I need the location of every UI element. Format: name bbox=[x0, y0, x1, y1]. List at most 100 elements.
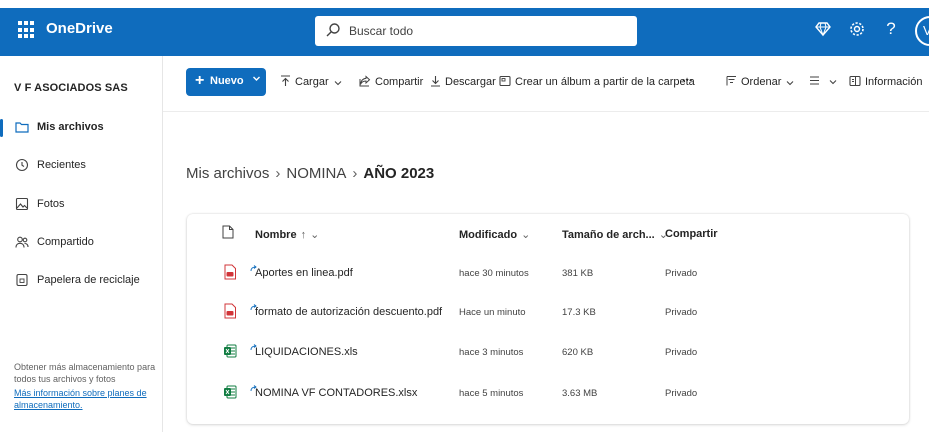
chevron-down-icon: ⌄ bbox=[310, 229, 320, 241]
file-list: Nombre ↑ ⌄ Modificado ⌄ Tamaño de arch... ⌄ … bbox=[187, 214, 909, 424]
table-row[interactable]: NOMINA VF CONTADORES.xlsx hace 5 minutos… bbox=[187, 374, 909, 411]
clock-icon bbox=[15, 158, 29, 172]
download-button[interactable]: Descargar bbox=[430, 75, 496, 88]
file-modified: hace 5 minutos bbox=[459, 388, 524, 399]
column-size-label: Tamaño de arch... bbox=[562, 229, 655, 241]
file-name-link[interactable]: NOMINA VF CONTADORES.xlsx bbox=[255, 387, 417, 399]
file-size: 3.63 MB bbox=[562, 388, 598, 399]
sidebar-item-recycle-bin[interactable]: Papelera de reciclaje bbox=[0, 264, 162, 298]
storage-text: Obtener más almacenamiento para todos tu… bbox=[14, 362, 156, 384]
sidebar-item-label: Compartido bbox=[37, 236, 94, 248]
file-size: 381 KB bbox=[562, 268, 594, 279]
table-row[interactable]: formato de autorización descuento.pdf Ha… bbox=[187, 293, 909, 330]
upload-label: Cargar bbox=[295, 76, 329, 88]
album-icon bbox=[499, 75, 511, 87]
file-type-icon[interactable] bbox=[222, 225, 234, 244]
share-button[interactable]: Compartir bbox=[359, 75, 423, 88]
column-header-sharing[interactable]: Compartir bbox=[665, 228, 718, 240]
sidebar-item-label: Papelera de reciclaje bbox=[37, 274, 140, 286]
breadcrumb-separator: › bbox=[352, 165, 358, 182]
new-button-label: Nuevo bbox=[210, 75, 244, 87]
column-modified-label: Modificado bbox=[459, 229, 518, 241]
column-header-name[interactable]: Nombre ↑ ⌄ bbox=[255, 228, 319, 241]
search-placeholder: Buscar todo bbox=[349, 24, 414, 38]
sidebar-item-photos[interactable]: Fotos bbox=[0, 188, 162, 222]
organization-name: V F ASOCIADOS SAS bbox=[14, 82, 128, 94]
chevron-down-icon bbox=[786, 81, 794, 86]
chevron-down-icon bbox=[252, 74, 261, 86]
upload-icon bbox=[281, 75, 290, 86]
top-bar: OneDrive Buscar todo ? V bbox=[0, 0, 929, 56]
create-album-button[interactable]: Crear un álbum a partir de la carpeta bbox=[499, 75, 695, 88]
excel-file-icon bbox=[223, 384, 237, 400]
excel-file-icon bbox=[223, 343, 237, 359]
file-modified: hace 3 minutos bbox=[459, 347, 524, 358]
chevron-down-icon: ⌄ bbox=[521, 229, 531, 241]
column-name-label: Nombre bbox=[255, 229, 297, 241]
file-list-header: Nombre ↑ ⌄ Modificado ⌄ Tamaño de arch... ⌄ … bbox=[187, 214, 909, 254]
download-label: Descargar bbox=[445, 76, 496, 88]
folder-icon bbox=[15, 120, 29, 134]
sort-icon bbox=[726, 76, 736, 86]
breadcrumb-current: AÑO 2023 bbox=[363, 165, 435, 182]
app-title[interactable]: OneDrive bbox=[46, 20, 113, 37]
info-button[interactable]: Información bbox=[849, 75, 922, 88]
sidebar-item-shared[interactable]: Compartido bbox=[0, 226, 162, 260]
share-icon bbox=[359, 75, 371, 87]
help-icon[interactable]: ? bbox=[880, 18, 902, 40]
settings-gear-icon[interactable] bbox=[846, 18, 868, 40]
file-name-link[interactable]: LIQUIDACIONES.xls bbox=[255, 346, 358, 358]
file-name-link[interactable]: Aportes en linea.pdf bbox=[255, 267, 353, 279]
column-header-size[interactable]: Tamaño de arch... ⌄ bbox=[562, 228, 668, 241]
download-icon bbox=[431, 76, 440, 87]
info-pane-icon bbox=[849, 75, 861, 87]
new-button[interactable]: + Nuevo bbox=[186, 68, 266, 96]
sort-label: Ordenar bbox=[741, 76, 782, 88]
sidebar-item-label: Recientes bbox=[37, 159, 86, 171]
people-icon bbox=[15, 235, 29, 249]
album-label: Crear un álbum a partir de la carpeta bbox=[515, 76, 695, 88]
file-sharing: Privado bbox=[665, 307, 698, 318]
sidebar-item-my-files[interactable]: Mis archivos bbox=[0, 111, 162, 145]
command-bar: + Nuevo Cargar Compartir Descargar Crear… bbox=[163, 56, 929, 112]
file-size: 17.3 KB bbox=[562, 307, 596, 318]
storage-promo: Obtener más almacenamiento para todos tu… bbox=[14, 361, 159, 411]
sort-button[interactable]: Ordenar bbox=[726, 75, 798, 88]
diamond-icon[interactable] bbox=[812, 18, 834, 40]
breadcrumb-separator: › bbox=[275, 165, 281, 182]
app-launcher-icon[interactable] bbox=[18, 21, 36, 39]
breadcrumb-item-nomina[interactable]: NOMINA bbox=[286, 165, 346, 182]
list-view-icon bbox=[810, 76, 819, 85]
chevron-down-icon bbox=[829, 80, 837, 85]
more-options-button[interactable]: ··· bbox=[682, 75, 693, 87]
view-options-button[interactable] bbox=[809, 75, 841, 87]
file-size: 620 KB bbox=[562, 347, 594, 358]
share-label: Compartir bbox=[375, 76, 424, 88]
upload-button[interactable]: Cargar bbox=[280, 75, 346, 88]
left-navigation: V F ASOCIADOS SAS Mis archivos Recientes… bbox=[0, 56, 163, 432]
file-sharing: Privado bbox=[665, 268, 698, 279]
pdf-file-icon bbox=[223, 264, 237, 280]
breadcrumb: Mis archivos › NOMINA › AÑO 2023 bbox=[186, 165, 434, 182]
info-label: Información bbox=[865, 76, 923, 88]
trash-icon bbox=[15, 273, 29, 287]
sort-ascending-icon: ↑ bbox=[300, 229, 307, 241]
pdf-file-icon bbox=[223, 303, 237, 319]
storage-plans-link[interactable]: Más información sobre planes de almacena… bbox=[14, 387, 159, 411]
chevron-down-icon bbox=[334, 81, 342, 86]
sidebar-item-recent[interactable]: Recientes bbox=[0, 149, 162, 183]
file-modified: hace 30 minutos bbox=[459, 268, 529, 279]
sidebar-item-label: Fotos bbox=[37, 198, 65, 210]
file-sharing: Privado bbox=[665, 347, 698, 358]
sidebar-item-label: Mis archivos bbox=[37, 121, 104, 133]
file-name-link[interactable]: formato de autorización descuento.pdf bbox=[255, 306, 442, 318]
table-row[interactable]: Aportes en linea.pdf hace 30 minutos 381… bbox=[187, 254, 909, 291]
plus-icon: + bbox=[195, 72, 205, 89]
table-row[interactable]: LIQUIDACIONES.xls hace 3 minutos 620 KB … bbox=[187, 333, 909, 370]
file-sharing: Privado bbox=[665, 388, 698, 399]
avatar[interactable]: V bbox=[915, 16, 929, 46]
image-icon bbox=[15, 197, 29, 211]
breadcrumb-item-my-files[interactable]: Mis archivos bbox=[186, 165, 269, 182]
search-box[interactable]: Buscar todo bbox=[315, 16, 637, 46]
column-header-modified[interactable]: Modificado ⌄ bbox=[459, 228, 530, 241]
